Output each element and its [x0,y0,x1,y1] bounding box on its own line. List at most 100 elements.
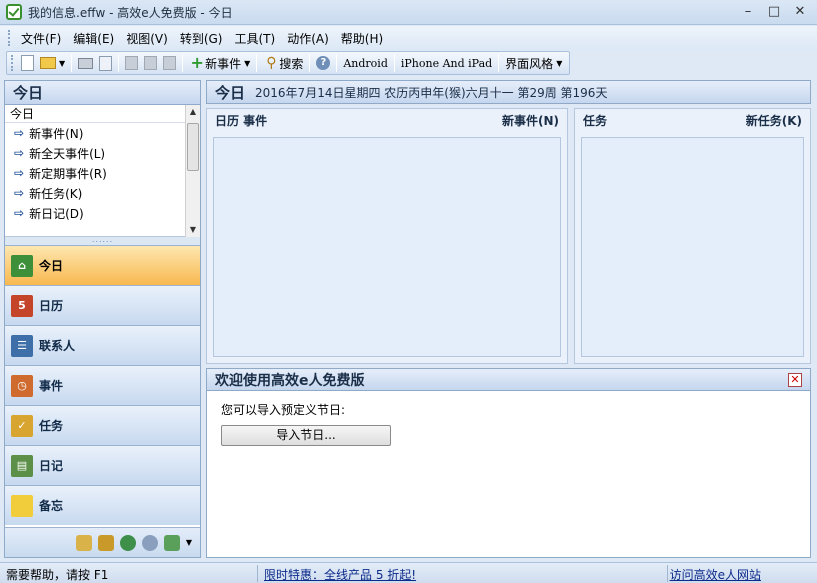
arrow-right-icon: ⇨ [14,146,25,160]
nav-events[interactable]: ◷ 事件 [5,365,200,405]
dropdown-arrow-icon: ▼ [244,58,251,68]
status-help-text: 需要帮助，请按 F1 [6,568,109,582]
toolbar: ▼ + 新事件 ▼ ⚲ 搜索 ? Android iPhone And iPad 界面… [6,51,571,75]
search-icon[interactable] [141,534,158,551]
nav-memo[interactable]: 备忘 [5,485,200,525]
clipboard-icon[interactable] [75,534,92,551]
menu-bar: 文件(F) 编辑(E) 视图(V) 转到(G) 工具(T) 动作(A) 帮助(H… [0,26,817,50]
welcome-header: 欢迎使用高效e人免费版 ✕ [207,369,810,391]
paste-button[interactable] [160,52,179,74]
action-new-allday-event[interactable]: ⇨ 新全天事件(L) [5,143,200,163]
open-folder-icon [40,57,56,69]
print-preview-button[interactable] [96,52,115,74]
pane-splitter[interactable]: ...... [5,236,200,245]
close-button[interactable]: ✕ [787,2,813,22]
scroll-thumb[interactable] [187,123,199,171]
calendar-icon: 5 [11,294,33,317]
welcome-panel: 欢迎使用高效e人免费版 ✕ 您可以导入预定义节日: 导入节日... [206,368,811,558]
menu-file[interactable]: 文件(F) [15,30,67,47]
new-file-button[interactable] [18,52,37,74]
cut-button[interactable] [122,52,141,74]
menu-view[interactable]: 视图(V) [120,30,174,47]
new-event-link[interactable]: 新事件(N) [502,112,559,129]
contact-card-icon: ☰ [11,334,33,357]
navigation-pane: 今日 今日 ⇨ 新事件(N) ⇨ 新全天事件(L) ⇨ 新定期事件(R) ⇨ 新任务(K… [4,80,201,558]
menu-tools[interactable]: 工具(T) [228,30,281,47]
tasks-panel: 任务 新任务(K) [574,108,811,364]
nav-tasks[interactable]: ✓ 任务 [5,405,200,445]
sync-icon[interactable] [163,534,180,551]
promo-link[interactable]: 限时特惠：全线产品 5 折起! [264,566,416,583]
action-label: 新日记(D) [29,206,84,221]
theme-button[interactable]: 界面风格 ▼ [502,52,565,74]
welcome-title: 欢迎使用高效e人免费版 [215,372,365,389]
search-button[interactable]: ⚲ 搜索 [260,52,306,74]
nav-today[interactable]: ⌂ 今日 [5,245,200,285]
nav-calendar[interactable]: 5 日历 [5,285,200,325]
tasks-list[interactable] [581,137,804,357]
menu-edit[interactable]: 编辑(E) [67,30,120,47]
title-bar: 我的信息.effw - 高效e人免费版 - 今日 – □ ✕ [0,0,817,25]
status-divider [257,565,258,582]
calendar-panel-header: 日历 事件 新事件(N) [207,109,567,131]
window-title: 我的信息.effw - 高效e人免费版 - 今日 [28,5,233,20]
globe-icon[interactable] [119,534,136,551]
android-button[interactable]: Android [340,52,391,74]
help-button[interactable]: ? [313,52,333,74]
paste-icon [163,56,177,70]
action-label: 新全天事件(L) [29,146,106,161]
action-new-recurring-event[interactable]: ⇨ 新定期事件(R) [5,163,200,183]
scroll-up-arrow-icon[interactable]: ▲ [186,105,200,119]
task-clipboard-icon: ✓ [11,414,33,437]
menu-grip[interactable] [8,30,11,46]
menu-help[interactable]: 帮助(H) [335,30,389,47]
calendar-events-list[interactable] [213,137,561,357]
toolbar-separator [393,54,395,72]
maximize-button[interactable]: □ [761,2,787,22]
nav-label: 事件 [39,379,64,393]
footer-dropdown-arrow-icon[interactable]: ▼ [186,538,192,547]
action-new-task[interactable]: ⇨ 新任务(K) [5,183,200,203]
nav-diary[interactable]: ▤ 日记 [5,445,200,485]
calendar-panel-title: 日历 事件 [215,113,268,128]
tasks-panel-title: 任务 [583,113,608,128]
toolbar-separator [498,54,500,72]
theme-label: 界面风格 [505,56,554,71]
status-bar: 需要帮助，请按 F1 限时特惠：全线产品 5 折起! 访问高效e人网站 [0,562,817,583]
action-new-diary[interactable]: ⇨ 新日记(D) [5,203,200,223]
menu-action[interactable]: 动作(A) [281,30,335,47]
arrow-right-icon: ⇨ [14,206,25,220]
nav-label: 任务 [39,419,64,433]
new-event-button[interactable]: + 新事件 ▼ [186,52,253,74]
copy-button[interactable] [141,52,160,74]
nav-label: 今日 [39,259,64,273]
toolbar-grip[interactable] [11,55,14,71]
arrow-right-icon: ⇨ [14,166,25,180]
toolbar-separator [118,54,120,72]
open-file-button[interactable]: ▼ [37,52,68,74]
memo-note-icon [11,494,33,517]
plus-icon: + [190,53,204,72]
toolbar-separator [256,54,258,72]
action-new-event[interactable]: ⇨ 新事件(N) [5,123,200,143]
action-list-scrollbar[interactable]: ▲ ▼ [185,105,200,237]
minimize-button[interactable]: – [735,2,761,22]
nav-contacts[interactable]: ☰ 联系人 [5,325,200,365]
close-welcome-icon[interactable]: ✕ [788,372,802,387]
print-preview-icon [99,55,113,71]
today-title: 今日 [215,83,246,102]
key-icon[interactable] [97,534,114,551]
menu-goto[interactable]: 转到(G) [174,30,229,47]
new-task-link[interactable]: 新任务(K) [746,112,802,129]
diary-book-icon: ▤ [11,454,33,477]
tasks-panel-header: 任务 新任务(K) [575,109,810,131]
search-label: 搜索 [279,56,304,71]
visit-website-link[interactable]: 访问高效e人网站 [670,566,761,583]
print-button[interactable] [75,52,96,74]
import-holidays-button[interactable]: 导入节日... [221,425,391,446]
arrow-right-icon: ⇨ [14,126,25,140]
action-label: 新定期事件(R) [29,166,107,181]
scroll-down-arrow-icon[interactable]: ▼ [186,223,200,237]
welcome-text: 您可以导入预定义节日: [221,403,346,417]
iphone-ipad-button[interactable]: iPhone And iPad [398,52,495,74]
